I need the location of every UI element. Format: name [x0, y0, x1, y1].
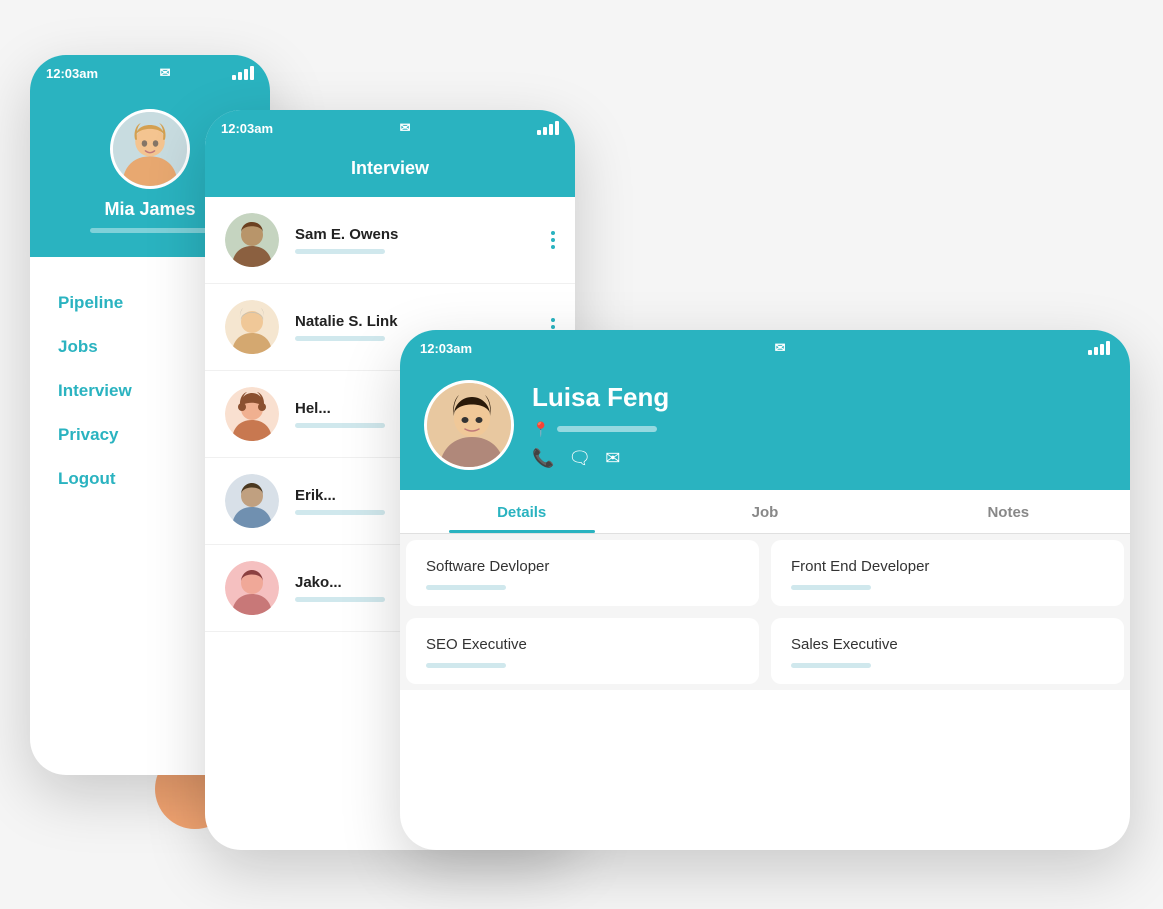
avatar-natalie — [225, 300, 279, 354]
profile-name-1: Mia James — [104, 199, 195, 220]
profile-info-3: Luisa Feng 📍 📞 🗨 ✉ — [532, 382, 669, 469]
progress-1 — [295, 249, 385, 254]
tab-job[interactable]: Job — [643, 490, 886, 533]
tab-notes[interactable]: Notes — [887, 490, 1130, 533]
progress-bar-1 — [90, 228, 210, 233]
time-3: 12:03am — [420, 341, 472, 356]
status-bar-1: 12:03am ✉ — [30, 55, 270, 89]
msg-icon-2: ✉ — [400, 120, 411, 136]
msg-icon-1: ✉ — [160, 65, 171, 81]
avatar-hel — [225, 387, 279, 441]
job-title-3: SEO Executive — [426, 636, 739, 653]
profile-section-3: Luisa Feng 📍 📞 🗨 ✉ — [400, 364, 1130, 490]
dot — [551, 325, 555, 329]
candidate-name-1: Sam E. Owens — [295, 226, 547, 243]
dot — [551, 231, 555, 235]
location-row: 📍 — [532, 421, 669, 438]
avatar-jako — [225, 561, 279, 615]
grid-cell-1[interactable]: Software Devloper — [406, 540, 759, 606]
action-icons: 📞 🗨 ✉ — [532, 448, 669, 469]
job-title-4: Sales Executive — [791, 636, 1104, 653]
phone-detail: 12:03am ✉ Luisa Feng — [400, 330, 1130, 850]
grid-bar-3 — [426, 663, 506, 668]
dots-menu-1[interactable] — [547, 227, 559, 253]
message-icon[interactable]: 🗨 — [568, 448, 591, 469]
signal-2 — [537, 121, 559, 135]
dot — [551, 245, 555, 249]
grid-bar-2 — [791, 585, 871, 590]
job-title-2: Front End Developer — [791, 558, 1104, 575]
grid-cell-3[interactable]: SEO Executive — [406, 618, 759, 684]
progress-4 — [295, 510, 385, 515]
profile-name-3: Luisa Feng — [532, 382, 669, 413]
grid-cell-2[interactable]: Front End Developer — [771, 540, 1124, 606]
avatar-erik — [225, 474, 279, 528]
grid-bar-1 — [426, 585, 506, 590]
avatar-mia — [110, 109, 190, 189]
location-icon: 📍 — [532, 421, 549, 438]
avatar-luisa — [424, 380, 514, 470]
progress-3 — [295, 423, 385, 428]
interview-header: Interview — [205, 144, 575, 197]
signal-1 — [232, 66, 254, 80]
progress-5 — [295, 597, 385, 602]
location-bar — [557, 426, 657, 432]
progress-2 — [295, 336, 385, 341]
status-bar-3: 12:03am ✉ — [400, 330, 1130, 364]
time-2: 12:03am — [221, 121, 273, 136]
email-icon[interactable]: ✉ — [605, 448, 620, 469]
candidate-info-1: Sam E. Owens — [295, 226, 547, 254]
candidate-name-2: Natalie S. Link — [295, 313, 547, 330]
dot — [551, 318, 555, 322]
time-1: 12:03am — [46, 66, 98, 81]
msg-icon-3: ✉ — [775, 340, 786, 356]
grid-bar-4 — [791, 663, 871, 668]
tabs: Details Job Notes — [400, 490, 1130, 534]
grid-cell-4[interactable]: Sales Executive — [771, 618, 1124, 684]
job-title-1: Software Devloper — [426, 558, 739, 575]
status-bar-2: 12:03am ✉ — [205, 110, 575, 144]
jobs-grid: Software Devloper Front End Developer SE… — [400, 534, 1130, 690]
list-item[interactable]: Sam E. Owens — [205, 197, 575, 284]
avatar-sam — [225, 213, 279, 267]
signal-3 — [1088, 341, 1110, 355]
phone-icon[interactable]: 📞 — [532, 448, 554, 469]
dot — [551, 238, 555, 242]
tab-details[interactable]: Details — [400, 490, 643, 533]
